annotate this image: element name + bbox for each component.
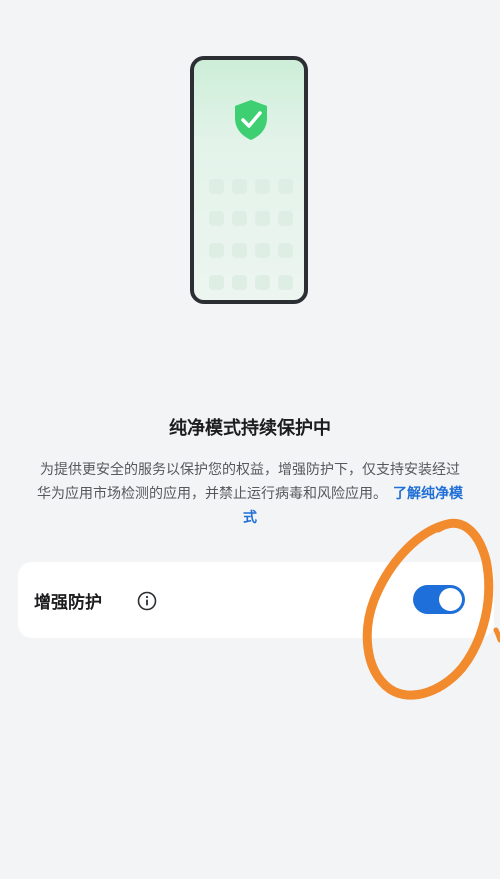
info-icon[interactable]	[137, 591, 157, 611]
app-placeholder	[255, 211, 270, 226]
app-placeholder	[278, 211, 293, 226]
app-grid	[209, 179, 293, 290]
app-placeholder	[232, 275, 247, 290]
phone-illustration	[190, 56, 308, 304]
enhanced-protection-card: 增强防护	[18, 562, 494, 638]
enhanced-protection-toggle[interactable]	[413, 585, 465, 614]
app-placeholder	[255, 179, 270, 194]
app-placeholder	[278, 275, 293, 290]
app-placeholder	[209, 243, 224, 258]
app-placeholder	[209, 275, 224, 290]
app-placeholder	[232, 179, 247, 194]
description-text: 为提供更安全的服务以保护您的权益，增强防护下，仅支持安装经过华为应用市场检测的应…	[34, 458, 466, 530]
app-placeholder	[255, 243, 270, 258]
app-placeholder	[278, 179, 293, 194]
page-title: 纯净模式持续保护中	[169, 418, 331, 439]
enhanced-protection-label: 增强防护	[34, 593, 102, 613]
app-placeholder	[209, 179, 224, 194]
app-placeholder	[232, 243, 247, 258]
toggle-knob	[439, 588, 462, 611]
app-placeholder	[232, 211, 247, 226]
app-placeholder	[255, 275, 270, 290]
app-placeholder	[209, 211, 224, 226]
shield-check-icon	[235, 100, 267, 140]
app-placeholder	[278, 243, 293, 258]
